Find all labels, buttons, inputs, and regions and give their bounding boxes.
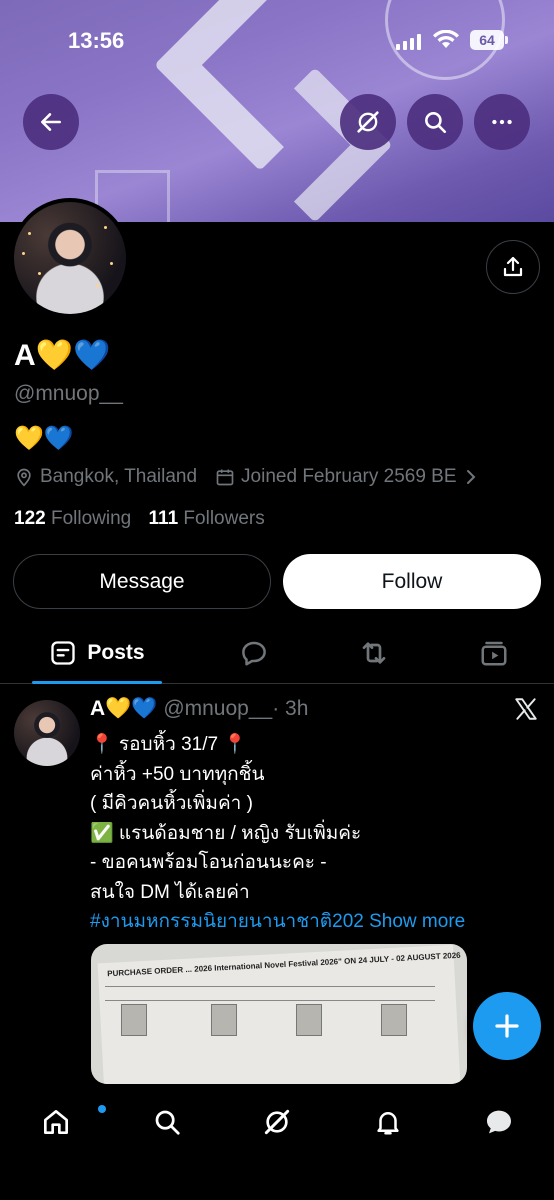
profile-meta: Bangkok, Thailand Joined February 2569 B… (14, 466, 483, 488)
compose-button[interactable] (473, 992, 541, 1060)
post-hashtag-line: #งานมหกรรมนิยายนานาชาติ202 Show more (90, 907, 540, 937)
bottom-navigation (0, 1090, 554, 1200)
post-time: · 3h (272, 697, 309, 720)
wifi-icon (432, 29, 460, 55)
following-label: Following (50, 508, 132, 529)
home-notification-dot (98, 1105, 106, 1113)
share-icon (503, 256, 523, 277)
post-line: 📍 รอบหิ้ว 31/7 📍 (90, 734, 248, 755)
post-line: ค่าหิ้ว +50 บาททุกชิ้น (90, 763, 265, 785)
reply-icon (242, 641, 266, 666)
arrow-left-icon (41, 113, 61, 131)
tab-reposts[interactable] (346, 622, 402, 684)
profile-avatar[interactable] (10, 198, 130, 318)
post-body: 📍 รอบหิ้ว 31/7 📍 ค่าหิ้ว +50 บาททุกชิ้น … (90, 730, 540, 937)
signal-icon (396, 34, 421, 50)
message-button[interactable]: Message (13, 554, 271, 609)
post-hashtag[interactable]: #งานมหกรรมนิยายนานาชาติ202 (90, 911, 364, 932)
status-bar: 13:56 64 (0, 28, 554, 58)
post-header: A💛💙 @mnuop__· 3h (90, 697, 308, 721)
x-logo-icon[interactable] (513, 696, 539, 727)
followers-label: Followers (183, 508, 265, 529)
home-icon (44, 1110, 68, 1134)
profile-bio: 💛💙 (14, 425, 74, 452)
grok-button[interactable] (340, 94, 396, 150)
tab-posts[interactable]: Posts (32, 622, 162, 684)
grok-icon (264, 1109, 290, 1135)
profile-tabs: Posts (0, 622, 554, 684)
active-tab-indicator (32, 681, 162, 684)
tab-replies[interactable] (226, 622, 282, 684)
share-button[interactable] (486, 240, 540, 294)
followers-count: 111 (148, 508, 179, 529)
post-line: ( มีคิวคนหิ้วเพิ่มค่า ) (90, 793, 253, 814)
profile-joined: Joined February 2569 BE (241, 466, 457, 487)
nav-messages[interactable] (477, 1100, 521, 1144)
followers-link[interactable]: 111 Followers (149, 508, 265, 529)
more-options-button[interactable] (474, 94, 530, 150)
battery-indicator: 64 (470, 30, 508, 50)
post-line: ✅ แรนด้อมชาย / หญิง รับเพิ่มค่ะ (90, 822, 362, 844)
nav-notifications[interactable] (366, 1100, 410, 1144)
search-icon (155, 1110, 180, 1135)
profile-name: A💛💙 (14, 339, 111, 372)
search-icon (425, 112, 447, 134)
chevron-right-icon[interactable] (465, 468, 477, 486)
post-image[interactable]: PURCHASE ORDER ... 2026 International No… (91, 944, 467, 1084)
profile-location: Bangkok, Thailand (40, 466, 198, 487)
follow-stats: 122 Following 111 Followers (14, 508, 265, 530)
post-author-handle: @mnuop__ (163, 697, 273, 720)
location-icon (14, 466, 34, 488)
profile-handle: @mnuop__ (14, 382, 123, 405)
status-time: 13:56 (68, 28, 125, 53)
repost-icon (362, 642, 386, 664)
back-button[interactable] (23, 94, 79, 150)
tab-media[interactable] (466, 622, 522, 684)
more-icon (492, 119, 512, 125)
grok-icon (357, 111, 379, 133)
nav-home[interactable] (34, 1100, 106, 1144)
posts-icon (51, 641, 76, 665)
plus-icon (495, 1014, 519, 1038)
avatar (14, 202, 126, 314)
chat-bubble-icon (487, 1110, 511, 1134)
following-count: 122 (14, 508, 46, 529)
media-icon (481, 641, 507, 666)
post-line: - ขอคนพร้อมโอนก่อนนะคะ - (90, 852, 327, 873)
search-button[interactable] (407, 94, 463, 150)
tab-posts-label: Posts (87, 641, 145, 664)
bell-icon (377, 1112, 399, 1135)
follow-button[interactable]: Follow (283, 554, 541, 609)
show-more-link[interactable]: Show more (369, 911, 465, 932)
nav-grok[interactable] (255, 1100, 299, 1144)
nav-search[interactable] (145, 1100, 189, 1144)
post-line: สนใจ DM ได้เลยค่า (90, 881, 250, 903)
post-author-name[interactable]: A💛💙 (90, 697, 157, 720)
post-avatar[interactable] (14, 700, 80, 766)
following-link[interactable]: 122 Following (14, 508, 131, 529)
calendar-icon (215, 467, 235, 487)
